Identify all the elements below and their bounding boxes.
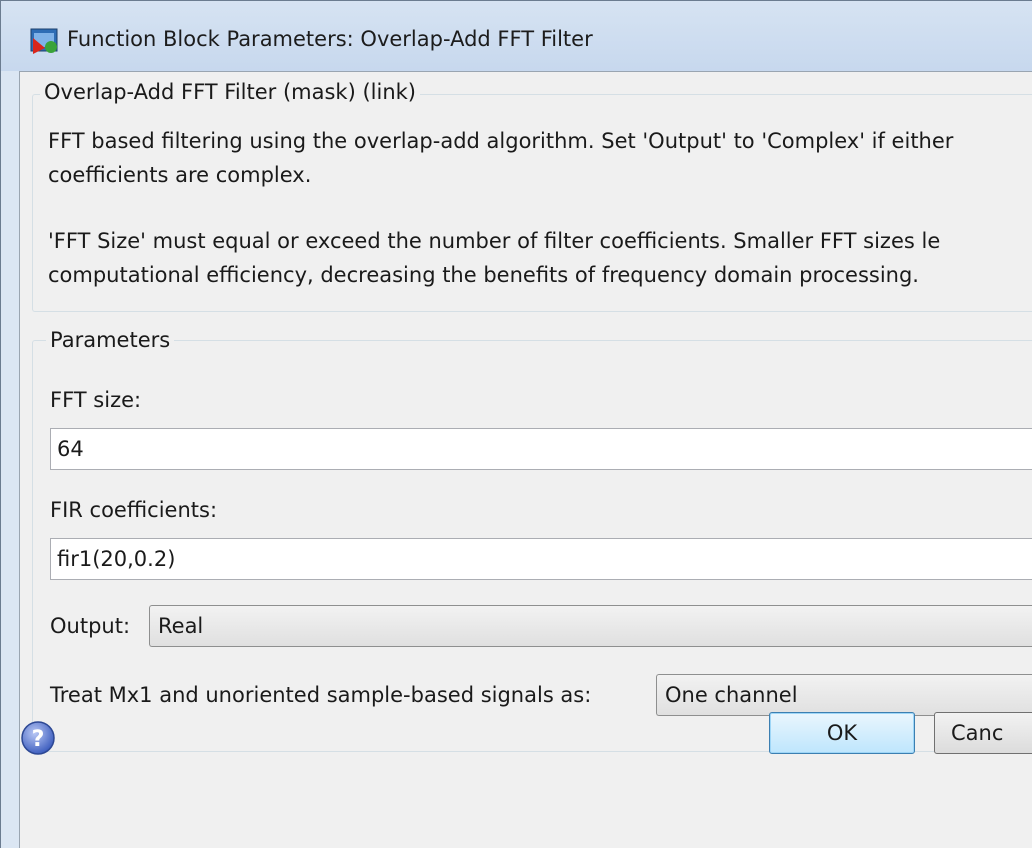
title-bar[interactable]: Function Block Parameters: Overlap-Add F… xyxy=(1,1,1032,71)
window-title: Function Block Parameters: Overlap-Add F… xyxy=(67,27,593,51)
fft-size-input[interactable]: 64 xyxy=(50,428,1032,470)
description-line: coefficients are complex. xyxy=(48,163,312,187)
fir-coefficients-label: FIR coefficients: xyxy=(50,498,218,522)
ok-button[interactable]: OK xyxy=(769,712,915,754)
description-line: computational efficiency, decreasing the… xyxy=(48,263,919,287)
description-group-legend: Overlap-Add FFT Filter (mask) (link) xyxy=(40,80,420,104)
description-line: FFT based filtering using the overlap-ad… xyxy=(48,129,954,153)
treat-signals-label: Treat Mx1 and unoriented sample-based si… xyxy=(50,683,592,707)
fir-coefficients-input[interactable]: fir1(20,0.2) xyxy=(50,538,1032,580)
cancel-button[interactable]: Canc xyxy=(934,712,1032,754)
treat-signals-dropdown[interactable]: One channel xyxy=(656,674,1032,716)
fft-size-label: FFT size: xyxy=(50,388,142,412)
simulink-block-icon xyxy=(30,28,58,54)
description-line: 'FFT Size' must equal or exceed the numb… xyxy=(48,229,941,253)
dialog-window: Function Block Parameters: Overlap-Add F… xyxy=(0,0,1032,848)
parameters-group-legend: Parameters xyxy=(46,328,175,352)
help-icon[interactable]: ? xyxy=(20,720,56,756)
svg-text:?: ? xyxy=(32,727,45,752)
output-dropdown[interactable]: Real xyxy=(149,605,1032,647)
output-label: Output: xyxy=(50,614,131,638)
